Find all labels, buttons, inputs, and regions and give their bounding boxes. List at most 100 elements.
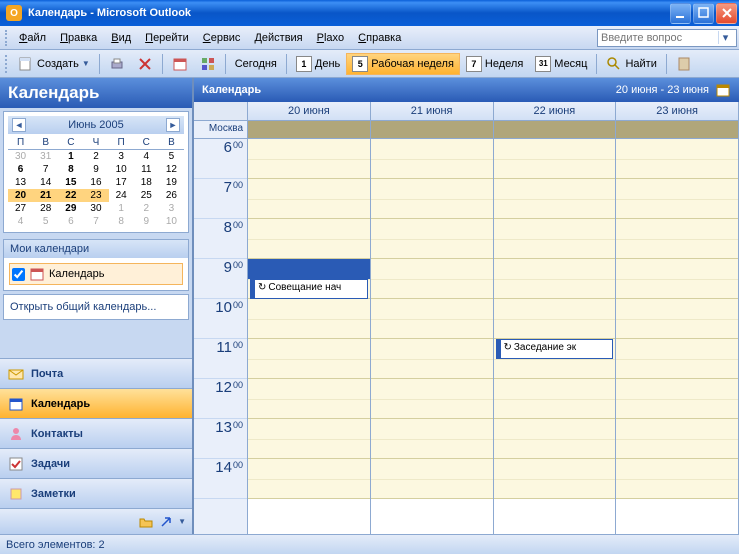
minical-day[interactable]: 25 bbox=[134, 189, 159, 202]
menu-перейти[interactable]: Перейти bbox=[138, 29, 196, 47]
print-button[interactable] bbox=[103, 53, 131, 75]
minical-day[interactable]: 3 bbox=[159, 202, 184, 215]
group-icon-button[interactable] bbox=[194, 53, 222, 75]
minical-day[interactable]: 29 bbox=[58, 202, 83, 215]
help-search-input[interactable] bbox=[598, 32, 718, 44]
minical-day[interactable]: 8 bbox=[109, 215, 134, 228]
minical-day[interactable]: 14 bbox=[33, 176, 58, 189]
minical-day[interactable]: 18 bbox=[134, 176, 159, 189]
minical-day[interactable]: 9 bbox=[83, 163, 108, 176]
nav-mail[interactable]: Почта bbox=[0, 358, 192, 388]
minical-day[interactable]: 10 bbox=[159, 215, 184, 228]
nav-configure-button[interactable]: ▼ bbox=[178, 517, 186, 526]
minical-day[interactable]: 12 bbox=[159, 163, 184, 176]
minical-day[interactable]: 22 bbox=[58, 189, 83, 202]
minical-day[interactable]: 1 bbox=[58, 150, 83, 164]
today-button[interactable]: Сегодня bbox=[229, 53, 283, 75]
calendar-title: Календарь bbox=[202, 84, 261, 96]
minical-day[interactable]: 5 bbox=[33, 215, 58, 228]
menu-вид[interactable]: Вид bbox=[104, 29, 138, 47]
help-search[interactable]: ▾ bbox=[597, 29, 737, 47]
minical-day[interactable]: 11 bbox=[134, 163, 159, 176]
nav-notes[interactable]: Заметки bbox=[0, 478, 192, 508]
day-header[interactable]: 21 июня bbox=[371, 102, 494, 120]
appointment[interactable]: ↻Заседание эк bbox=[496, 339, 614, 359]
allday-cell[interactable] bbox=[371, 121, 494, 138]
maximize-button[interactable] bbox=[693, 3, 714, 24]
minical-day[interactable]: 31 bbox=[33, 150, 58, 164]
folder-icon[interactable] bbox=[138, 514, 154, 530]
mini-calendar[interactable]: ◄ Июнь 2005 ► ПВСЧПСВ3031123456789101112… bbox=[3, 111, 189, 233]
minical-day[interactable]: 3 bbox=[109, 150, 134, 164]
minical-day[interactable]: 4 bbox=[134, 150, 159, 164]
minical-day[interactable]: 6 bbox=[58, 215, 83, 228]
minical-day[interactable]: 21 bbox=[33, 189, 58, 202]
month-view-button[interactable]: 31Месяц bbox=[529, 53, 593, 75]
chevron-down-icon[interactable]: ▾ bbox=[718, 31, 732, 44]
minical-day[interactable]: 23 bbox=[83, 189, 108, 202]
minical-day[interactable]: 26 bbox=[159, 189, 184, 202]
menu-сервис[interactable]: Сервис bbox=[196, 29, 248, 47]
minical-day[interactable]: 1 bbox=[109, 202, 134, 215]
menu-справка[interactable]: Справка bbox=[351, 29, 408, 47]
addressbook-button[interactable] bbox=[670, 53, 698, 75]
minical-day[interactable]: 9 bbox=[134, 215, 159, 228]
minical-day[interactable]: 8 bbox=[58, 163, 83, 176]
close-button[interactable] bbox=[716, 3, 737, 24]
appointment[interactable]: ↻Совещание нач bbox=[250, 279, 368, 299]
cal-icon-button[interactable] bbox=[166, 53, 194, 75]
minical-day[interactable]: 7 bbox=[33, 163, 58, 176]
day-header[interactable]: 23 июня bbox=[616, 102, 739, 120]
day-view-button[interactable]: 1День bbox=[290, 53, 346, 75]
week-view-button[interactable]: 7Неделя bbox=[460, 53, 529, 75]
shortcuts-icon[interactable] bbox=[158, 514, 174, 530]
day-column[interactable]: ↻Заседание эк bbox=[494, 139, 617, 534]
nav-contacts[interactable]: Контакты bbox=[0, 418, 192, 448]
calendar-checkbox[interactable] bbox=[12, 268, 25, 281]
minical-day[interactable]: 27 bbox=[8, 202, 33, 215]
minical-day[interactable]: 30 bbox=[83, 202, 108, 215]
menu-plaxo[interactable]: Plaxo bbox=[310, 29, 352, 47]
day-column[interactable]: ↻Совещание нач bbox=[248, 139, 371, 534]
calendar-icon[interactable] bbox=[715, 82, 731, 98]
calendar-list-item[interactable]: Календарь bbox=[9, 263, 183, 285]
minical-day[interactable]: 6 bbox=[8, 163, 33, 176]
minical-day[interactable]: 20 bbox=[8, 189, 33, 202]
nav-tasks[interactable]: Задачи bbox=[0, 448, 192, 478]
minical-day[interactable]: 30 bbox=[8, 150, 33, 164]
day-column[interactable] bbox=[616, 139, 739, 534]
minical-day[interactable]: 5 bbox=[159, 150, 184, 164]
minical-day[interactable]: 7 bbox=[83, 215, 108, 228]
minical-day[interactable]: 10 bbox=[109, 163, 134, 176]
grip-icon bbox=[5, 55, 9, 73]
new-button[interactable]: Создать ▼ bbox=[12, 53, 96, 75]
find-button[interactable]: Найти bbox=[600, 53, 662, 75]
minical-day[interactable]: 4 bbox=[8, 215, 33, 228]
minical-day[interactable]: 2 bbox=[83, 150, 108, 164]
next-month-button[interactable]: ► bbox=[166, 118, 180, 132]
prev-month-button[interactable]: ◄ bbox=[12, 118, 26, 132]
minical-day[interactable]: 16 bbox=[83, 176, 108, 189]
menu-файл[interactable]: Файл bbox=[12, 29, 53, 47]
menu-действия[interactable]: Действия bbox=[247, 29, 309, 47]
allday-cell[interactable] bbox=[494, 121, 617, 138]
nav-calendar[interactable]: Календарь bbox=[0, 388, 192, 418]
minimize-button[interactable] bbox=[670, 3, 691, 24]
minical-day[interactable]: 2 bbox=[134, 202, 159, 215]
minical-day[interactable]: 15 bbox=[58, 176, 83, 189]
menu-правка[interactable]: Правка bbox=[53, 29, 104, 47]
day-column[interactable] bbox=[371, 139, 494, 534]
open-shared-calendar-link[interactable]: Открыть общий календарь... bbox=[3, 294, 189, 320]
minical-day[interactable]: 17 bbox=[109, 176, 134, 189]
allday-cell[interactable] bbox=[248, 121, 371, 138]
minical-day[interactable]: 24 bbox=[109, 189, 134, 202]
day-header[interactable]: 22 июня bbox=[494, 102, 617, 120]
day-header[interactable]: 20 июня bbox=[248, 102, 371, 120]
allday-cell[interactable] bbox=[616, 121, 739, 138]
workweek-view-button[interactable]: 5Рабочая неделя bbox=[346, 53, 460, 75]
my-calendars-panel: Мои календари Календарь bbox=[3, 239, 189, 291]
minical-day[interactable]: 19 bbox=[159, 176, 184, 189]
minical-day[interactable]: 13 bbox=[8, 176, 33, 189]
delete-button[interactable] bbox=[131, 53, 159, 75]
minical-day[interactable]: 28 bbox=[33, 202, 58, 215]
